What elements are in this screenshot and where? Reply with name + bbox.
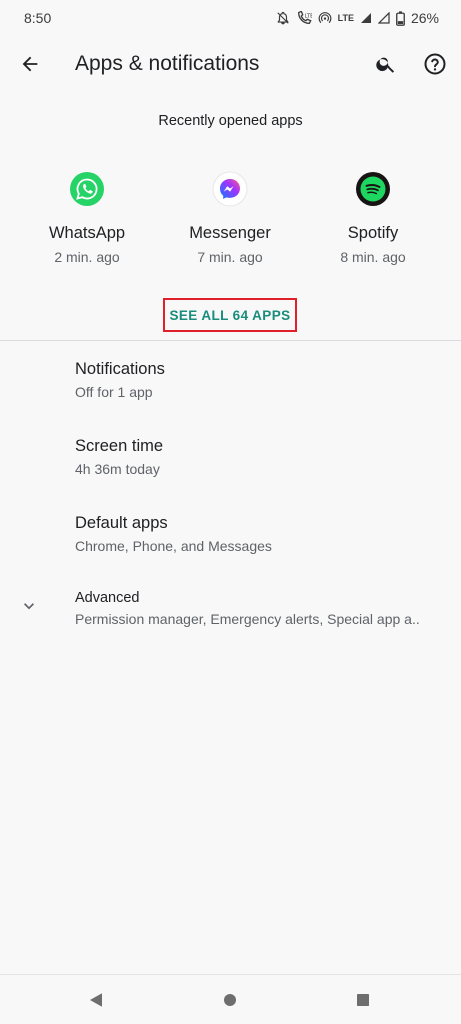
signal-icon (377, 12, 390, 24)
app-name: Spotify (347, 224, 399, 242)
pref-title: Advanced (75, 590, 140, 606)
messenger-icon (212, 171, 248, 207)
svg-text:LTE: LTE (304, 13, 311, 19)
chevron-down-icon (24, 603, 34, 610)
spotify-icon (355, 171, 391, 207)
lte-signal-icon (360, 13, 371, 23)
page-title: Apps & notifications (75, 52, 260, 75)
back-button[interactable] (16, 50, 44, 78)
recent-app-messenger[interactable]: Messenger 7 min. ago (165, 166, 295, 265)
recent-apps-header: Recently opened apps (158, 113, 303, 129)
app-last-used: 7 min. ago (197, 249, 263, 265)
app-name: WhatsApp (48, 224, 126, 242)
recent-app-spotify[interactable]: Spotify 8 min. ago (308, 166, 438, 265)
help-button[interactable] (421, 50, 449, 78)
advanced-expand-button[interactable] (17, 594, 41, 618)
search-icon (376, 57, 395, 73)
notifications-off-icon (276, 11, 289, 25)
back-arrow-icon (22, 56, 38, 72)
divider (0, 340, 461, 341)
wifi-calling-icon: LTE (297, 11, 312, 25)
app-name: Messenger (189, 224, 271, 242)
app-last-used: 2 min. ago (54, 249, 120, 265)
pref-default-apps[interactable]: Default apps Chrome, Phone, and Messages (75, 514, 445, 554)
status-bar: 8:50 LTE LTE 26% (0, 0, 461, 36)
help-icon (424, 53, 446, 75)
status-time: 8:50 (24, 10, 52, 26)
pref-title: Screen time (75, 437, 164, 455)
recent-app-whatsapp[interactable]: WhatsApp 2 min. ago (22, 166, 152, 265)
nav-recents-button[interactable] (352, 989, 374, 1011)
battery-percent: 26% (410, 10, 439, 26)
pref-title: Notifications (75, 360, 165, 378)
pref-title: Default apps (75, 514, 168, 532)
hotspot-icon (318, 12, 331, 24)
nav-back-button[interactable] (85, 989, 107, 1011)
pref-summary: Off for 1 app (75, 384, 153, 400)
nav-home-button[interactable] (219, 989, 241, 1011)
see-all-apps-button[interactable]: SEE ALL 64 APPS (163, 298, 297, 332)
pref-summary: Permission manager, Emergency alerts, Sp… (75, 611, 420, 627)
recent-apps-row: WhatsApp 2 min. ago Messenger 7 min. ago (0, 166, 461, 276)
pref-notifications[interactable]: Notifications Off for 1 app (75, 360, 445, 400)
network-type: LTE (337, 13, 354, 23)
whatsapp-icon (69, 171, 105, 207)
recents-square-icon (357, 994, 369, 1006)
pref-summary: Chrome, Phone, and Messages (75, 538, 272, 554)
app-bar: Apps & notifications (0, 36, 461, 94)
home-circle-icon (224, 994, 236, 1006)
back-triangle-icon (90, 993, 102, 1007)
pref-summary: 4h 36m today (75, 461, 160, 477)
battery-icon (396, 10, 405, 26)
search-button[interactable] (372, 50, 400, 78)
pref-screen-time[interactable]: Screen time 4h 36m today (75, 437, 445, 477)
status-icons: LTE LTE 26% (276, 10, 439, 26)
navigation-bar (0, 974, 461, 1024)
app-last-used: 8 min. ago (340, 249, 406, 265)
pref-advanced[interactable]: Advanced Permission manager, Emergency a… (75, 590, 445, 627)
